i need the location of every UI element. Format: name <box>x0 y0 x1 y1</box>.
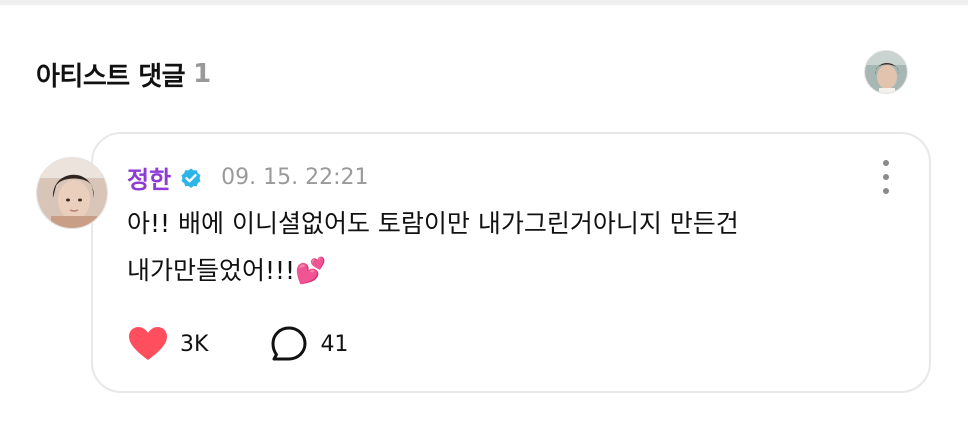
section-title: 아티스트 댓글 <box>36 61 186 92</box>
author-name[interactable]: 정한 <box>127 160 171 195</box>
top-divider <box>0 0 968 5</box>
comment-body: 아!! 배에 이니셜없어도 토람이만 내가그린거아니지 만든건 내가만들었어!!… <box>127 209 739 285</box>
heart-icon <box>129 327 167 360</box>
reply-button[interactable]: 41 <box>270 325 348 363</box>
avatar-image <box>865 51 907 93</box>
verified-badge-icon <box>179 166 203 190</box>
more-vertical-icon <box>883 160 889 166</box>
comment-timestamp: 09. 15. 22:21 <box>221 165 369 190</box>
reply-count: 41 <box>320 331 349 357</box>
comment-actions: 3K 41 <box>128 325 348 363</box>
more-options-button[interactable] <box>874 160 898 194</box>
comment-meta: 정한 09. 15. 22:21 <box>127 160 369 195</box>
author-avatar[interactable] <box>36 157 108 229</box>
like-button[interactable]: 3K <box>128 326 208 362</box>
speech-bubble-icon <box>271 326 307 361</box>
header-avatar[interactable] <box>864 50 908 94</box>
like-count: 3K <box>180 331 209 357</box>
comment-count: 1 <box>193 59 212 89</box>
avatar-image <box>37 158 107 228</box>
section-header: 아티스트 댓글 1 <box>36 52 211 96</box>
